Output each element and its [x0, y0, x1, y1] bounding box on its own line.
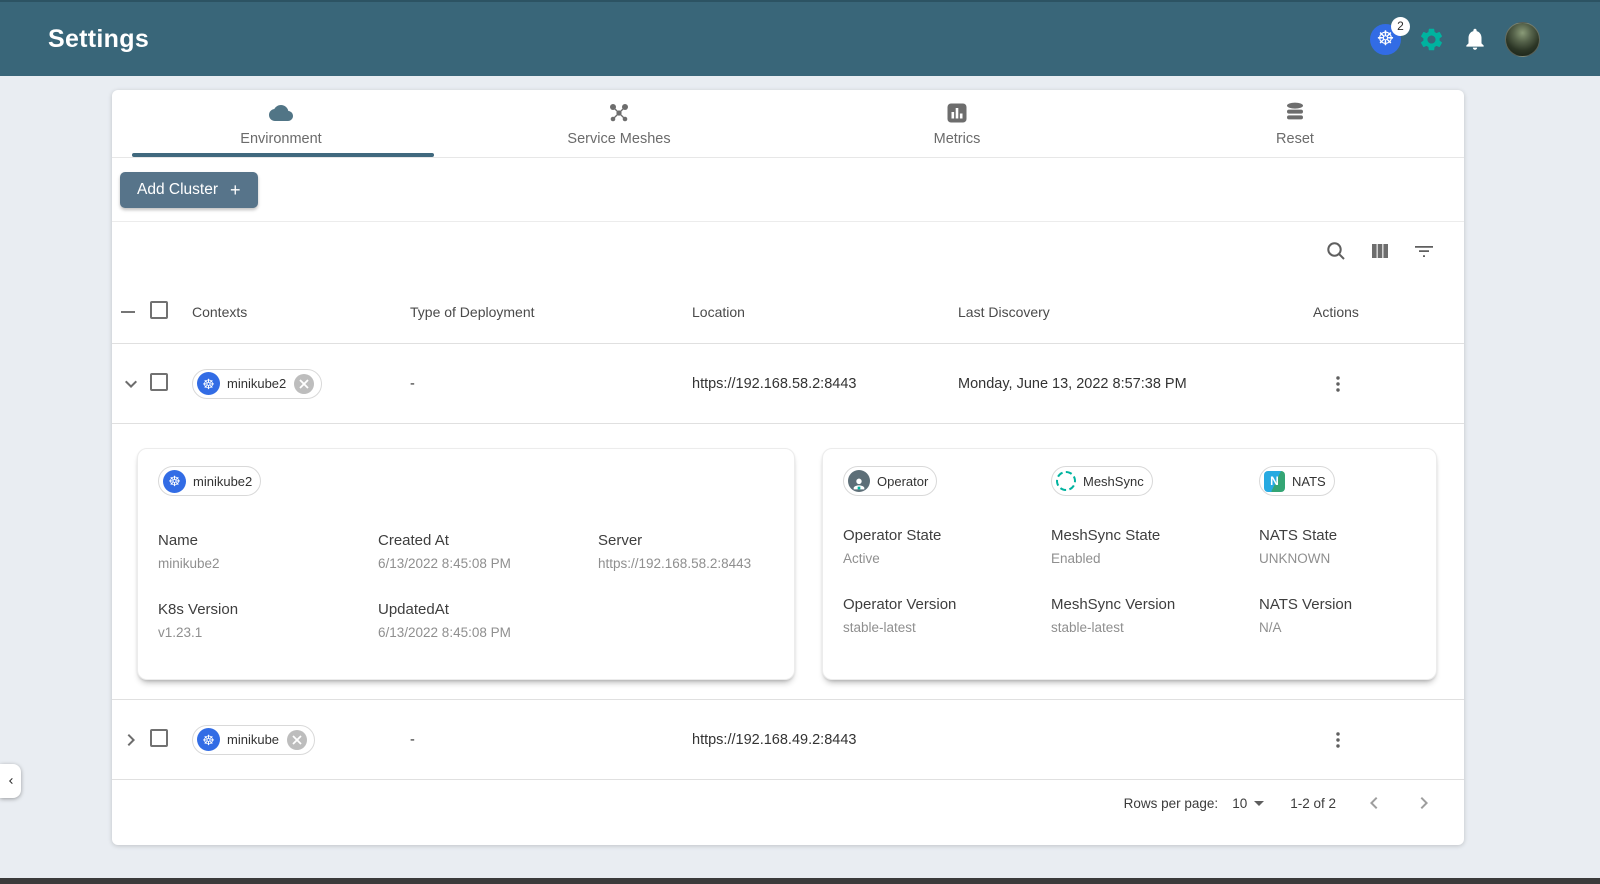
- expand-row-chevron-icon[interactable]: [119, 728, 150, 752]
- service-mesh-icon: [607, 100, 631, 126]
- row-last-discovery: Monday, June 13, 2022 8:57:38 PM: [958, 375, 1187, 392]
- detail-field: NATS Version N/A: [1259, 596, 1353, 635]
- detail-field: MeshSync State Enabled: [1051, 527, 1161, 566]
- tab-service-meshes[interactable]: Service Meshes: [450, 90, 788, 157]
- previous-page-button[interactable]: [1362, 791, 1386, 815]
- detail-field: NATS State UNKNOWN: [1259, 527, 1338, 566]
- sidebar-collapse-toggle[interactable]: [0, 764, 21, 798]
- deselect-all-icon[interactable]: [112, 310, 150, 313]
- user-avatar[interactable]: [1505, 21, 1540, 57]
- cluster-detail-card: ☸ minikube2 Name minikube2 Created At 6/…: [137, 448, 795, 680]
- kubernetes-contexts-button[interactable]: ☸ 2: [1370, 16, 1410, 55]
- row-type-of-deployment: -: [410, 731, 415, 748]
- table-row: ☸ minikube2 - https://192.168.58.2:8443 …: [112, 344, 1464, 424]
- table-header-row: Contexts Type of Deployment Location Las…: [112, 280, 1464, 344]
- row-type-of-deployment: -: [410, 375, 415, 392]
- filter-icon[interactable]: [1410, 237, 1438, 265]
- detail-field: Server https://192.168.58.2:8443: [598, 532, 752, 571]
- row-actions-menu-icon[interactable]: [1327, 372, 1464, 396]
- operator-person-icon: [848, 470, 870, 492]
- meshsync-icon: [1056, 471, 1076, 491]
- row-checkbox[interactable]: [150, 728, 168, 747]
- table-row: ☸ minikube - https://192.168.49.2:8443: [112, 700, 1464, 780]
- tab-label: Service Meshes: [567, 131, 671, 147]
- bar-chart-icon: [945, 100, 969, 126]
- row-checkbox[interactable]: [150, 372, 168, 391]
- chip-delete-icon[interactable]: [287, 729, 308, 750]
- page-title: Settings: [48, 24, 150, 53]
- column-header-type[interactable]: Type of Deployment: [410, 304, 692, 320]
- detail-field: Created At 6/13/2022 8:45:08 PM: [378, 532, 511, 571]
- row-actions-menu-icon[interactable]: [1327, 728, 1464, 752]
- database-icon: [1283, 100, 1307, 126]
- nats-chip[interactable]: N NATS: [1259, 466, 1335, 496]
- dropdown-arrow-icon: [1254, 800, 1265, 806]
- detail-field: MeshSync Version stable-latest: [1051, 596, 1176, 635]
- bottom-strip: [0, 878, 1600, 884]
- cloud-icon: [266, 100, 296, 126]
- rows-per-page-label: Rows per page:: [1123, 795, 1219, 811]
- tab-metrics[interactable]: Metrics: [788, 90, 1126, 157]
- kubernetes-icon: ☸: [163, 469, 186, 493]
- meshsync-chip[interactable]: MeshSync: [1051, 466, 1153, 496]
- detail-field: K8s Version v1.23.1: [158, 601, 239, 640]
- add-cluster-label: Add Cluster: [137, 180, 218, 198]
- context-chip-minikube[interactable]: ☸ minikube: [192, 724, 316, 755]
- view-columns-icon[interactable]: [1366, 237, 1394, 265]
- context-count-badge: 2: [1391, 16, 1410, 36]
- actions-bar: Add Cluster +: [112, 158, 1464, 222]
- column-header-actions: Actions: [1313, 303, 1359, 320]
- context-chip-detail[interactable]: ☸ minikube2: [158, 466, 262, 496]
- table-pagination: Rows per page: 10 1-2 of 2: [112, 780, 1464, 826]
- column-header-location[interactable]: Location: [692, 304, 958, 320]
- kubernetes-icon: ☸: [197, 372, 220, 395]
- settings-gear-icon[interactable]: [1418, 26, 1445, 53]
- app-header: Settings ☸ 2: [0, 0, 1600, 76]
- table-toolbar: [112, 222, 1464, 280]
- column-header-discovery[interactable]: Last Discovery: [958, 304, 1313, 320]
- row-location: https://192.168.58.2:8443: [692, 375, 857, 392]
- tab-environment[interactable]: Environment: [112, 90, 450, 157]
- select-all-checkbox[interactable]: [150, 301, 168, 319]
- detail-field: UpdatedAt 6/13/2022 8:45:08 PM: [378, 601, 511, 640]
- plus-icon: +: [229, 179, 241, 200]
- notifications-bell-icon[interactable]: [1462, 26, 1488, 52]
- tab-label: Metrics: [933, 131, 981, 147]
- operator-chip[interactable]: Operator: [843, 466, 938, 496]
- kubernetes-icon: ☸: [197, 728, 220, 751]
- chip-delete-icon[interactable]: [294, 373, 315, 394]
- tab-reset[interactable]: Reset: [1126, 90, 1464, 157]
- detail-field: Operator State Active: [843, 527, 942, 566]
- tab-label: Reset: [1276, 131, 1314, 147]
- tab-label: Environment: [240, 131, 322, 147]
- column-header-contexts[interactable]: Contexts: [192, 304, 410, 320]
- nats-icon: N: [1264, 470, 1285, 492]
- settings-card: Environment Service Meshes Metrics Reset: [112, 90, 1464, 845]
- collapse-row-chevron-icon[interactable]: [119, 372, 150, 396]
- settings-tabs: Environment Service Meshes Metrics Reset: [112, 90, 1464, 158]
- components-detail-card: Operator MeshSync N NATS Operator State …: [822, 448, 1437, 680]
- detail-field: Operator Version stable-latest: [843, 596, 957, 635]
- context-chip-minikube2[interactable]: ☸ minikube2: [192, 368, 323, 399]
- rows-per-page-select[interactable]: 10: [1232, 796, 1265, 811]
- search-icon[interactable]: [1322, 237, 1350, 265]
- settings-page: Settings ☸ 2 Environment Service Meshes …: [0, 0, 1600, 884]
- detail-field: Name minikube2: [158, 532, 220, 571]
- row-detail-panel: ☸ minikube2 Name minikube2 Created At 6/…: [112, 424, 1464, 700]
- next-page-button[interactable]: [1412, 791, 1436, 815]
- add-cluster-button[interactable]: Add Cluster +: [120, 171, 258, 208]
- row-location: https://192.168.49.2:8443: [692, 731, 857, 748]
- pagination-range: 1-2 of 2: [1290, 795, 1336, 811]
- header-actions: ☸ 2: [1370, 16, 1540, 57]
